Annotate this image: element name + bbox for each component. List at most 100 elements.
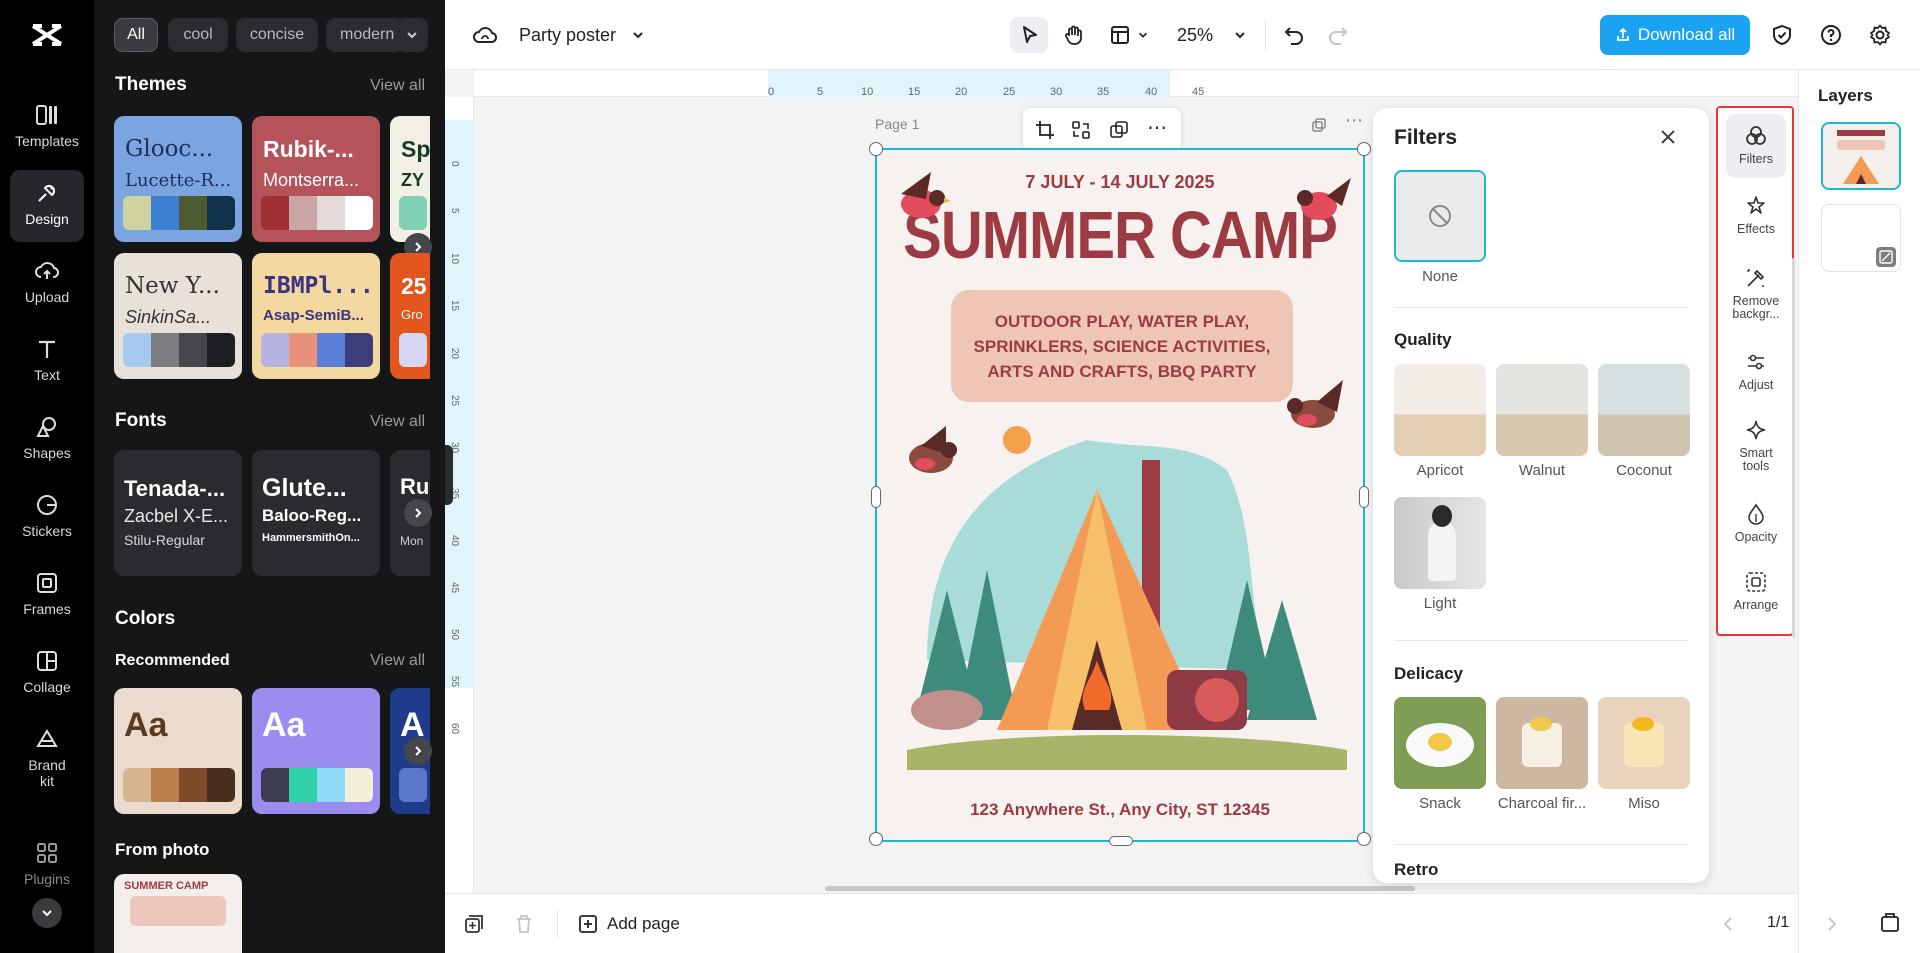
resize-handle[interactable] [871,486,881,508]
tool-arrange[interactable]: Arrange [1726,570,1786,612]
shield-check-icon[interactable] [1770,23,1794,47]
resize-handle[interactable] [1357,832,1371,846]
crop-icon[interactable] [1035,120,1055,140]
fonts-view-all[interactable]: View all [370,413,425,431]
rail-templates[interactable]: Templates [10,92,84,164]
chip-concise[interactable]: concise [236,18,318,52]
stickers-icon [37,494,58,515]
poster-address[interactable]: 123 Anywhere St., Any City, ST 12345 [877,800,1363,820]
bird-illustration[interactable] [1287,166,1359,234]
theme-font-1: Glooc... [125,136,214,162]
rail-collapse-button[interactable] [32,898,62,928]
rail-brand-kit[interactable]: Brand kit [10,716,84,800]
from-photo-thumbnail[interactable]: SUMMER CAMP [114,874,242,953]
ruler-tick: 40 [449,535,460,547]
rail-upload[interactable]: Upload [10,248,84,320]
hand-icon[interactable] [1063,24,1085,46]
colors-view-all[interactable]: View all [370,652,425,670]
panel-collapse-handle[interactable] [445,445,453,505]
page-more-icon[interactable]: ⋯ [1345,110,1363,131]
rail-shapes[interactable]: Shapes [10,404,84,476]
font-card[interactable]: Tenada-... Zacbel X-E... Stilu-Regular [114,450,242,576]
bird-illustration[interactable] [881,164,955,234]
add-page-button[interactable]: Add page [577,908,680,940]
tool-filters[interactable]: Filters [1726,114,1786,178]
rail-design[interactable]: Design [10,170,84,242]
theme-card[interactable]: Rubik-... Montserra... [252,116,380,242]
resize-handle[interactable] [1357,142,1371,156]
resize-handle[interactable] [869,832,883,846]
cloud-sync-icon[interactable] [473,24,497,46]
theme-card[interactable]: Glooc... Lucette-R... [114,116,242,242]
theme-card[interactable]: IBMPl... Asap-SemiB... [252,253,380,379]
filter-snack[interactable]: Snack [1394,697,1486,812]
chevron-left-icon[interactable] [1721,916,1735,932]
help-icon[interactable] [1819,23,1843,47]
layer-thumbnail-blank[interactable] [1821,204,1901,272]
replace-icon[interactable] [1071,120,1091,140]
effects-icon [1747,196,1765,214]
more-options-icon[interactable]: ⋯ [1147,115,1167,140]
chevron-down-icon[interactable] [1137,29,1149,41]
themes-view-all[interactable]: View all [370,77,425,95]
cake-topping [1632,717,1654,731]
filter-coconut[interactable]: Coconut [1598,364,1690,479]
chevron-down-icon[interactable] [1233,28,1247,42]
tool-smart-tools[interactable]: Smart tools [1726,418,1786,473]
chip-modern[interactable]: modern [326,18,404,52]
rail-stickers[interactable]: Stickers [10,482,84,554]
color-palette-card[interactable]: Aa [252,688,380,814]
filter-light[interactable]: Light [1394,497,1486,612]
close-icon[interactable] [1659,128,1677,146]
chevron-right-icon[interactable] [1825,916,1839,932]
filter-charcoal-fir[interactable]: Charcoal fir... [1496,697,1588,812]
filter-label: Snack [1419,795,1461,812]
color-palette-card[interactable]: Aa [114,688,242,814]
download-all-button[interactable]: Download all [1600,15,1750,55]
tools-scrollbar[interactable] [1792,258,1795,638]
poster-page[interactable]: 7 JULY - 14 JULY 2025 SUMMER CAMP OUTDOO… [869,142,1371,846]
zoom-level[interactable]: 25% [1177,25,1213,46]
tool-adjust[interactable]: Adjust [1726,350,1786,392]
page-panel-toggle-icon[interactable] [1878,911,1902,935]
chip-all[interactable]: All [114,18,158,52]
trash-icon[interactable] [513,913,535,935]
chip-cool[interactable]: cool [168,18,228,52]
filter-thumbnail [1394,497,1486,589]
filter-miso[interactable]: Miso [1598,697,1690,812]
font-card[interactable]: Glute... Baloo-Reg... HammersmithOn... [252,450,380,576]
filter-apricot[interactable]: Apricot [1394,364,1486,479]
chips-more-button[interactable] [396,18,428,52]
undo-icon[interactable] [1283,24,1305,46]
tool-effects[interactable]: Effects [1726,194,1786,236]
rail-collage[interactable]: Collage [10,638,84,710]
theme-card[interactable]: Sp ZY [390,116,430,242]
rail-text[interactable]: Text [10,326,84,398]
poster-activities[interactable]: OUTDOOR PLAY, WATER PLAY, SPRINKLERS, SC… [951,290,1293,402]
rail-plugins[interactable]: Plugins [10,830,84,902]
duplicate-icon[interactable] [1109,120,1129,140]
camp-scene-illustration[interactable] [887,410,1357,790]
duplicate-page-icon[interactable] [463,913,485,935]
colors-next-button[interactable] [404,737,432,765]
resize-handle[interactable] [1359,486,1369,508]
document-title[interactable]: Party poster [519,25,616,46]
theme-card[interactable]: New Y... SinkinSa... [114,253,242,379]
settings-gear-icon[interactable] [1868,23,1892,47]
theme-card[interactable]: 25 Gro [390,253,430,379]
rail-frames[interactable]: Frames [10,560,84,632]
fonts-next-button[interactable] [404,499,432,527]
tool-remove-background[interactable]: Remove backgr... [1726,266,1786,321]
layout-icon[interactable] [1109,24,1131,46]
redo-icon[interactable] [1327,24,1349,46]
chevron-down-icon[interactable] [631,28,645,42]
filter-walnut[interactable]: Walnut [1496,364,1588,479]
tool-opacity[interactable]: Opacity [1726,502,1786,544]
filter-none[interactable]: None [1394,170,1486,285]
resize-handle[interactable] [1109,836,1133,846]
layer-thumbnail-poster[interactable] [1821,122,1901,190]
resize-handle[interactable] [869,142,883,156]
select-tool-button[interactable] [1010,17,1048,53]
duplicate-page-icon[interactable] [1311,117,1327,133]
canvas-horizontal-scrollbar[interactable] [825,886,1415,891]
